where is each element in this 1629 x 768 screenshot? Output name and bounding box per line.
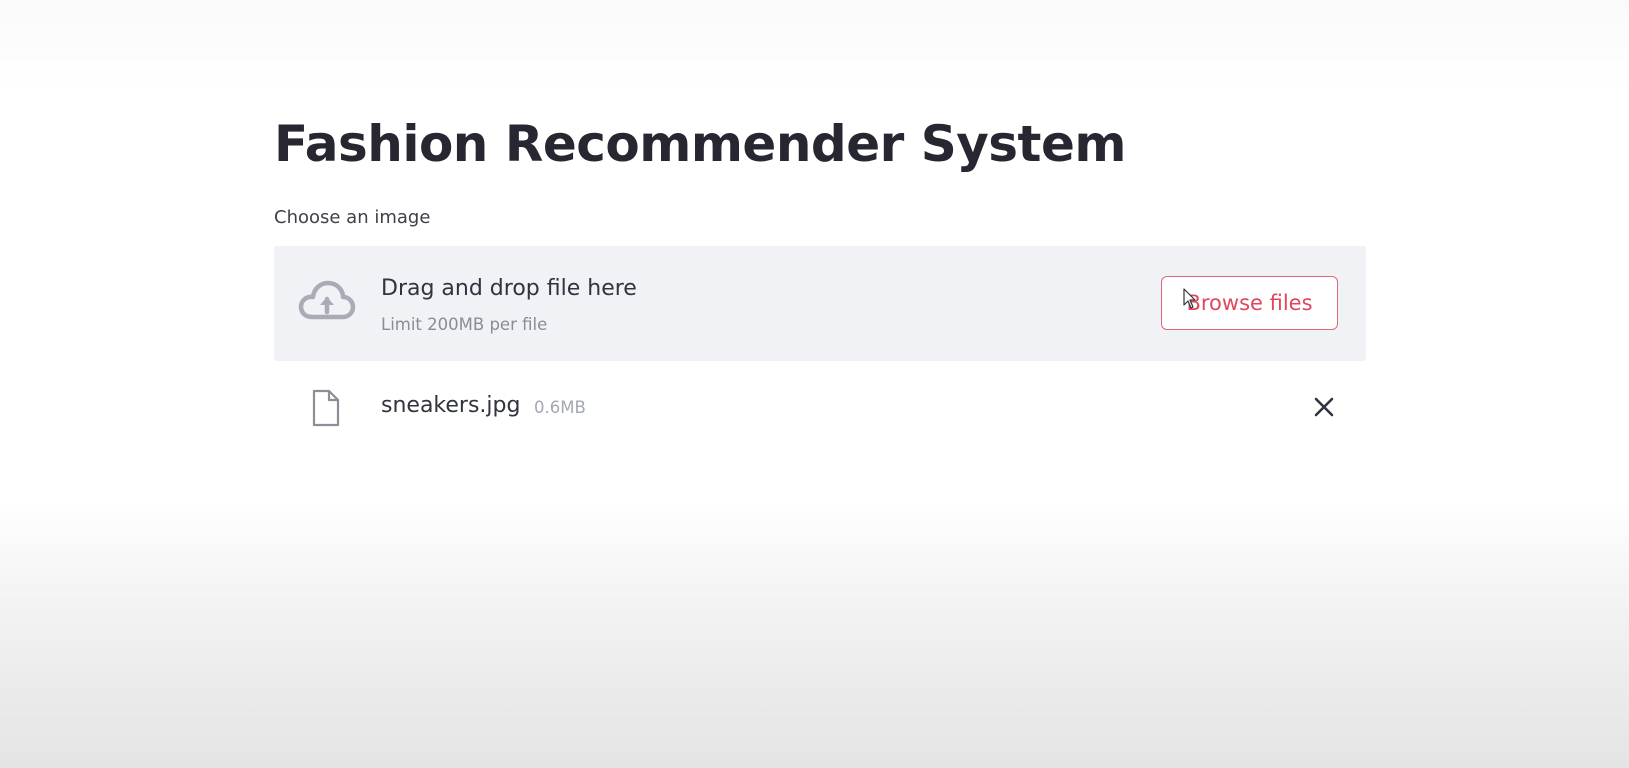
- uploaded-file-size: 0.6MB: [534, 398, 586, 417]
- dropzone-instructions: Drag and drop file here: [381, 276, 637, 301]
- mouse-pointer-icon: [1183, 288, 1196, 309]
- uploader-label: Choose an image: [274, 207, 431, 228]
- close-icon[interactable]: [1311, 394, 1337, 420]
- file-icon: [312, 389, 340, 427]
- uploaded-file-name: sneakers.jpg: [381, 393, 521, 418]
- page-title: Fashion Recommender System: [274, 115, 1126, 173]
- uploaded-file-row: sneakers.jpg 0.6MB: [274, 382, 1366, 432]
- dropzone-limit: Limit 200MB per file: [381, 315, 548, 334]
- cloud-upload-icon: [298, 280, 356, 320]
- file-dropzone[interactable]: Drag and drop file here Limit 200MB per …: [274, 246, 1366, 361]
